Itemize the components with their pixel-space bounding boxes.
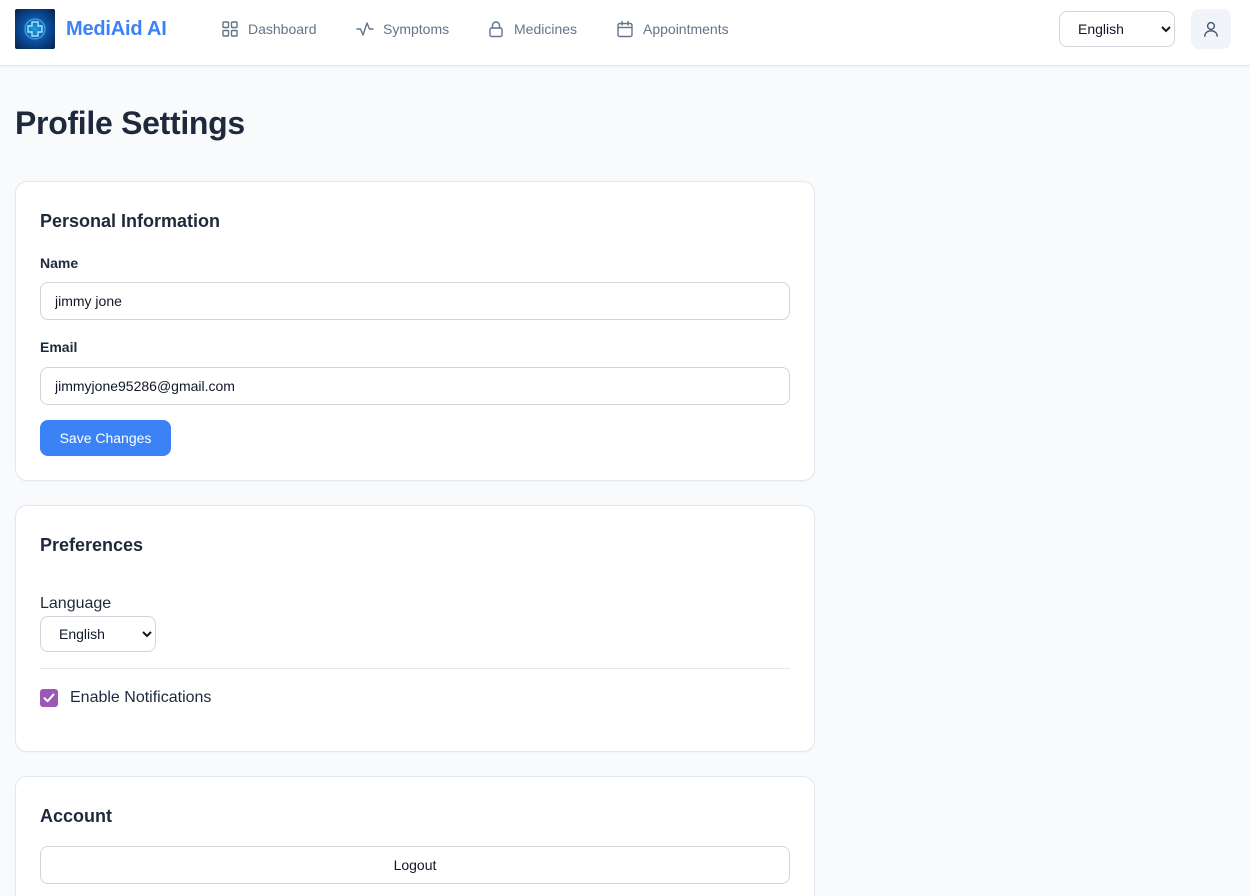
divider	[40, 668, 790, 669]
header-language-select[interactable]: English	[1059, 11, 1175, 47]
checkmark-icon	[43, 693, 55, 703]
calendar-icon	[617, 20, 633, 38]
nav-label: Medicines	[514, 21, 578, 37]
user-icon	[1204, 21, 1218, 37]
activity-icon	[356, 22, 374, 36]
notifications-checkbox[interactable]	[40, 689, 58, 707]
logout-button[interactable]: Logout	[40, 846, 790, 884]
email-field[interactable]	[40, 367, 790, 405]
lock-icon	[489, 21, 503, 38]
notifications-label[interactable]: Enable Notifications	[70, 688, 211, 708]
save-changes-button[interactable]: Save Changes	[40, 420, 171, 456]
nav-label: Dashboard	[248, 21, 317, 37]
section-title: Personal Information	[40, 211, 221, 231]
personal-information-card: Personal Information Name Email Save Cha…	[15, 181, 815, 481]
name-label: Name	[40, 255, 79, 271]
top-navigation-bar: MediAid AI Dashboard Symptoms Medicines …	[0, 0, 1250, 66]
name-field[interactable]	[40, 282, 790, 320]
account-card: Account Logout	[15, 776, 815, 896]
brand-name[interactable]: MediAid AI	[66, 16, 167, 42]
nav-item-dashboard[interactable]: Dashboard	[221, 18, 317, 40]
profile-button[interactable]	[1191, 9, 1231, 49]
section-title: Preferences	[40, 535, 144, 555]
nav-item-medicines[interactable]: Medicines	[487, 18, 577, 40]
nav-item-symptoms[interactable]: Symptoms	[356, 18, 449, 40]
nav-label: Symptoms	[383, 21, 450, 37]
nav-item-appointments[interactable]: Appointments	[616, 18, 729, 40]
medical-cross-icon	[24, 18, 46, 40]
language-label: Language	[40, 595, 112, 612]
logo-icon[interactable]	[15, 9, 55, 49]
grid-icon	[222, 21, 238, 37]
email-label: Email	[40, 339, 78, 355]
section-title: Account	[40, 806, 112, 826]
preferences-card: Preferences Language English Enable Noti…	[15, 505, 815, 752]
nav-label: Appointments	[643, 21, 729, 37]
page-title: Profile Settings	[15, 105, 245, 141]
language-select[interactable]: English	[40, 616, 156, 652]
